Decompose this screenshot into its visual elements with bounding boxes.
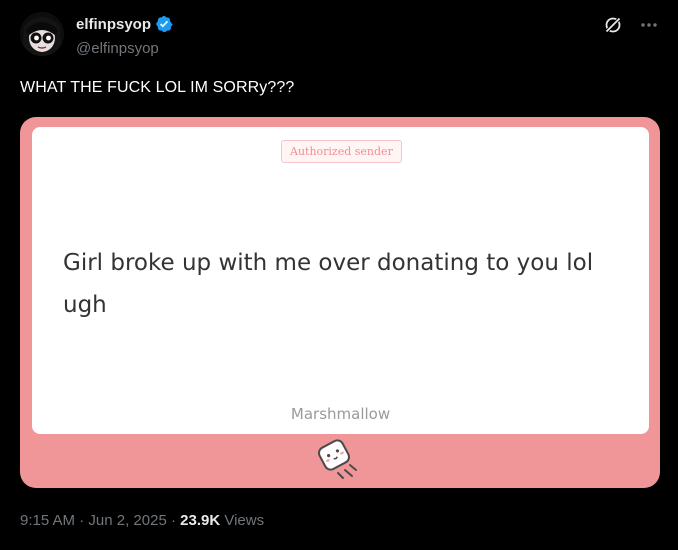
author-name-row[interactable]: elfinpsyop [76, 15, 173, 33]
tweet: elfinpsyop @elfinpsyop WHAT THE FUCK LOL… [0, 0, 678, 550]
marshmallow-logo-icon [312, 435, 368, 483]
views-count: 23.9K [180, 512, 221, 529]
author-handle[interactable]: @elfinpsyop [76, 40, 159, 57]
views-label: Views [224, 512, 265, 529]
tweet-media-image[interactable]: Authorized sender Girl broke up with me … [20, 117, 660, 488]
tweet-actions [602, 14, 660, 36]
tweet-text: WHAT THE FUCK LOL IM SORRy??? [20, 79, 295, 96]
more-icon[interactable] [638, 14, 660, 36]
avatar[interactable] [20, 12, 64, 56]
verified-badge-icon [156, 15, 173, 33]
authorized-sender-badge: Authorized sender [281, 140, 402, 163]
tweet-date[interactable]: Jun 2, 2025 [88, 512, 166, 529]
marshmallow-message: Girl broke up with me over donating to y… [63, 250, 594, 318]
meta-separator: · [166, 512, 181, 529]
author-display-name[interactable]: elfinpsyop [76, 16, 151, 33]
meta-separator: · [75, 512, 89, 529]
grok-icon[interactable] [602, 14, 624, 36]
tweet-time[interactable]: 9:15 AM [20, 512, 75, 529]
avatar-image [20, 12, 64, 56]
marshmallow-card: Authorized sender Girl broke up with me … [32, 127, 649, 434]
marshmallow-signature: Marshmallow [290, 405, 391, 423]
tweet-meta: 9:15 AM · Jun 2, 2025 · 23.9K Views [20, 512, 264, 529]
